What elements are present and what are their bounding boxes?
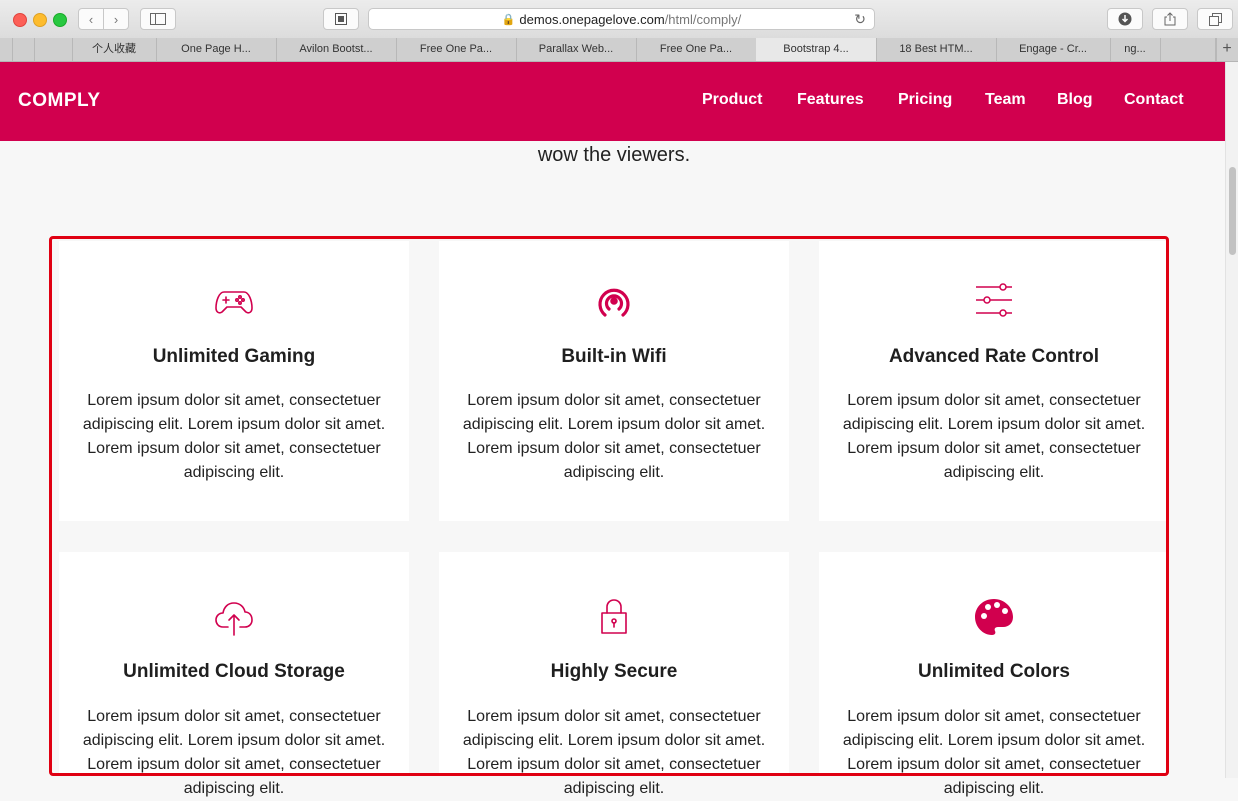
nav-link-product[interactable]: Product <box>702 91 762 109</box>
highlight-box <box>49 236 1169 776</box>
browser-toolbar: ‹ › 🔒 demos.onepagelove.com/html/comply/… <box>0 0 1238 39</box>
intro-text: wow the viewers. <box>537 144 691 166</box>
url-path: /html/comply/ <box>664 11 742 27</box>
sidebar-toggle-button[interactable] <box>140 8 176 30</box>
address-bar[interactable]: 🔒 demos.onepagelove.com/html/comply/ ↻ <box>368 8 875 30</box>
nav-link-contact[interactable]: Contact <box>1124 91 1184 109</box>
back-button[interactable]: ‹ <box>78 8 104 30</box>
lock-icon: 🔒 <box>501 13 516 26</box>
share-icon <box>1164 12 1176 26</box>
site-navbar: COMPLY Product Features Pricing Team Blo… <box>0 62 1225 141</box>
brand-logo[interactable]: COMPLY <box>18 90 101 112</box>
download-icon <box>1118 12 1132 26</box>
nav-link-team[interactable]: Team <box>985 91 1026 109</box>
page-scrollbar[interactable] <box>1225 62 1238 778</box>
tab-item[interactable]: Avilon Bootst... <box>276 38 397 61</box>
tab-pinned[interactable] <box>34 38 73 61</box>
downloads-button[interactable] <box>1107 8 1143 30</box>
tab-pinned[interactable] <box>1160 38 1217 61</box>
tab-item[interactable]: Free One Pa... <box>636 38 757 61</box>
url-host: demos.onepagelove.com <box>519 11 665 27</box>
tab-item-active[interactable]: Bootstrap 4... <box>756 38 877 61</box>
chevron-right-icon: › <box>113 11 119 27</box>
window-close-button[interactable] <box>13 13 27 27</box>
tab-item[interactable]: Parallax Web... <box>516 38 637 61</box>
nav-link-blog[interactable]: Blog <box>1057 91 1093 109</box>
tab-item[interactable]: 个人收藏 <box>72 38 157 61</box>
tabs-overview-icon <box>1208 12 1222 26</box>
tab-item[interactable]: ng... <box>1110 38 1161 61</box>
sidebar-icon <box>150 13 166 25</box>
tab-bar: 个人收藏 One Page H... Avilon Bootst... Free… <box>0 38 1238 62</box>
reader-icon <box>335 13 347 25</box>
tab-pinned[interactable] <box>12 38 35 61</box>
reload-icon[interactable]: ↻ <box>854 11 866 28</box>
show-tabs-button[interactable] <box>1197 8 1233 30</box>
tab-item[interactable]: One Page H... <box>156 38 277 61</box>
scrollbar-thumb[interactable] <box>1229 167 1236 255</box>
window-minimize-button[interactable] <box>33 13 47 27</box>
plus-icon: + <box>1222 40 1232 57</box>
tab-item[interactable]: Engage - Cr... <box>996 38 1111 61</box>
chevron-left-icon: ‹ <box>88 11 94 27</box>
window-zoom-button[interactable] <box>53 13 67 27</box>
tab-item[interactable]: 18 Best HTM... <box>876 38 997 61</box>
nav-link-features[interactable]: Features <box>797 91 864 109</box>
new-tab-button[interactable]: + <box>1215 38 1238 61</box>
tab-item[interactable]: Free One Pa... <box>396 38 517 61</box>
forward-button[interactable]: › <box>103 8 129 30</box>
nav-link-pricing[interactable]: Pricing <box>898 91 952 109</box>
reader-button[interactable] <box>323 8 359 30</box>
share-button[interactable] <box>1152 8 1188 30</box>
